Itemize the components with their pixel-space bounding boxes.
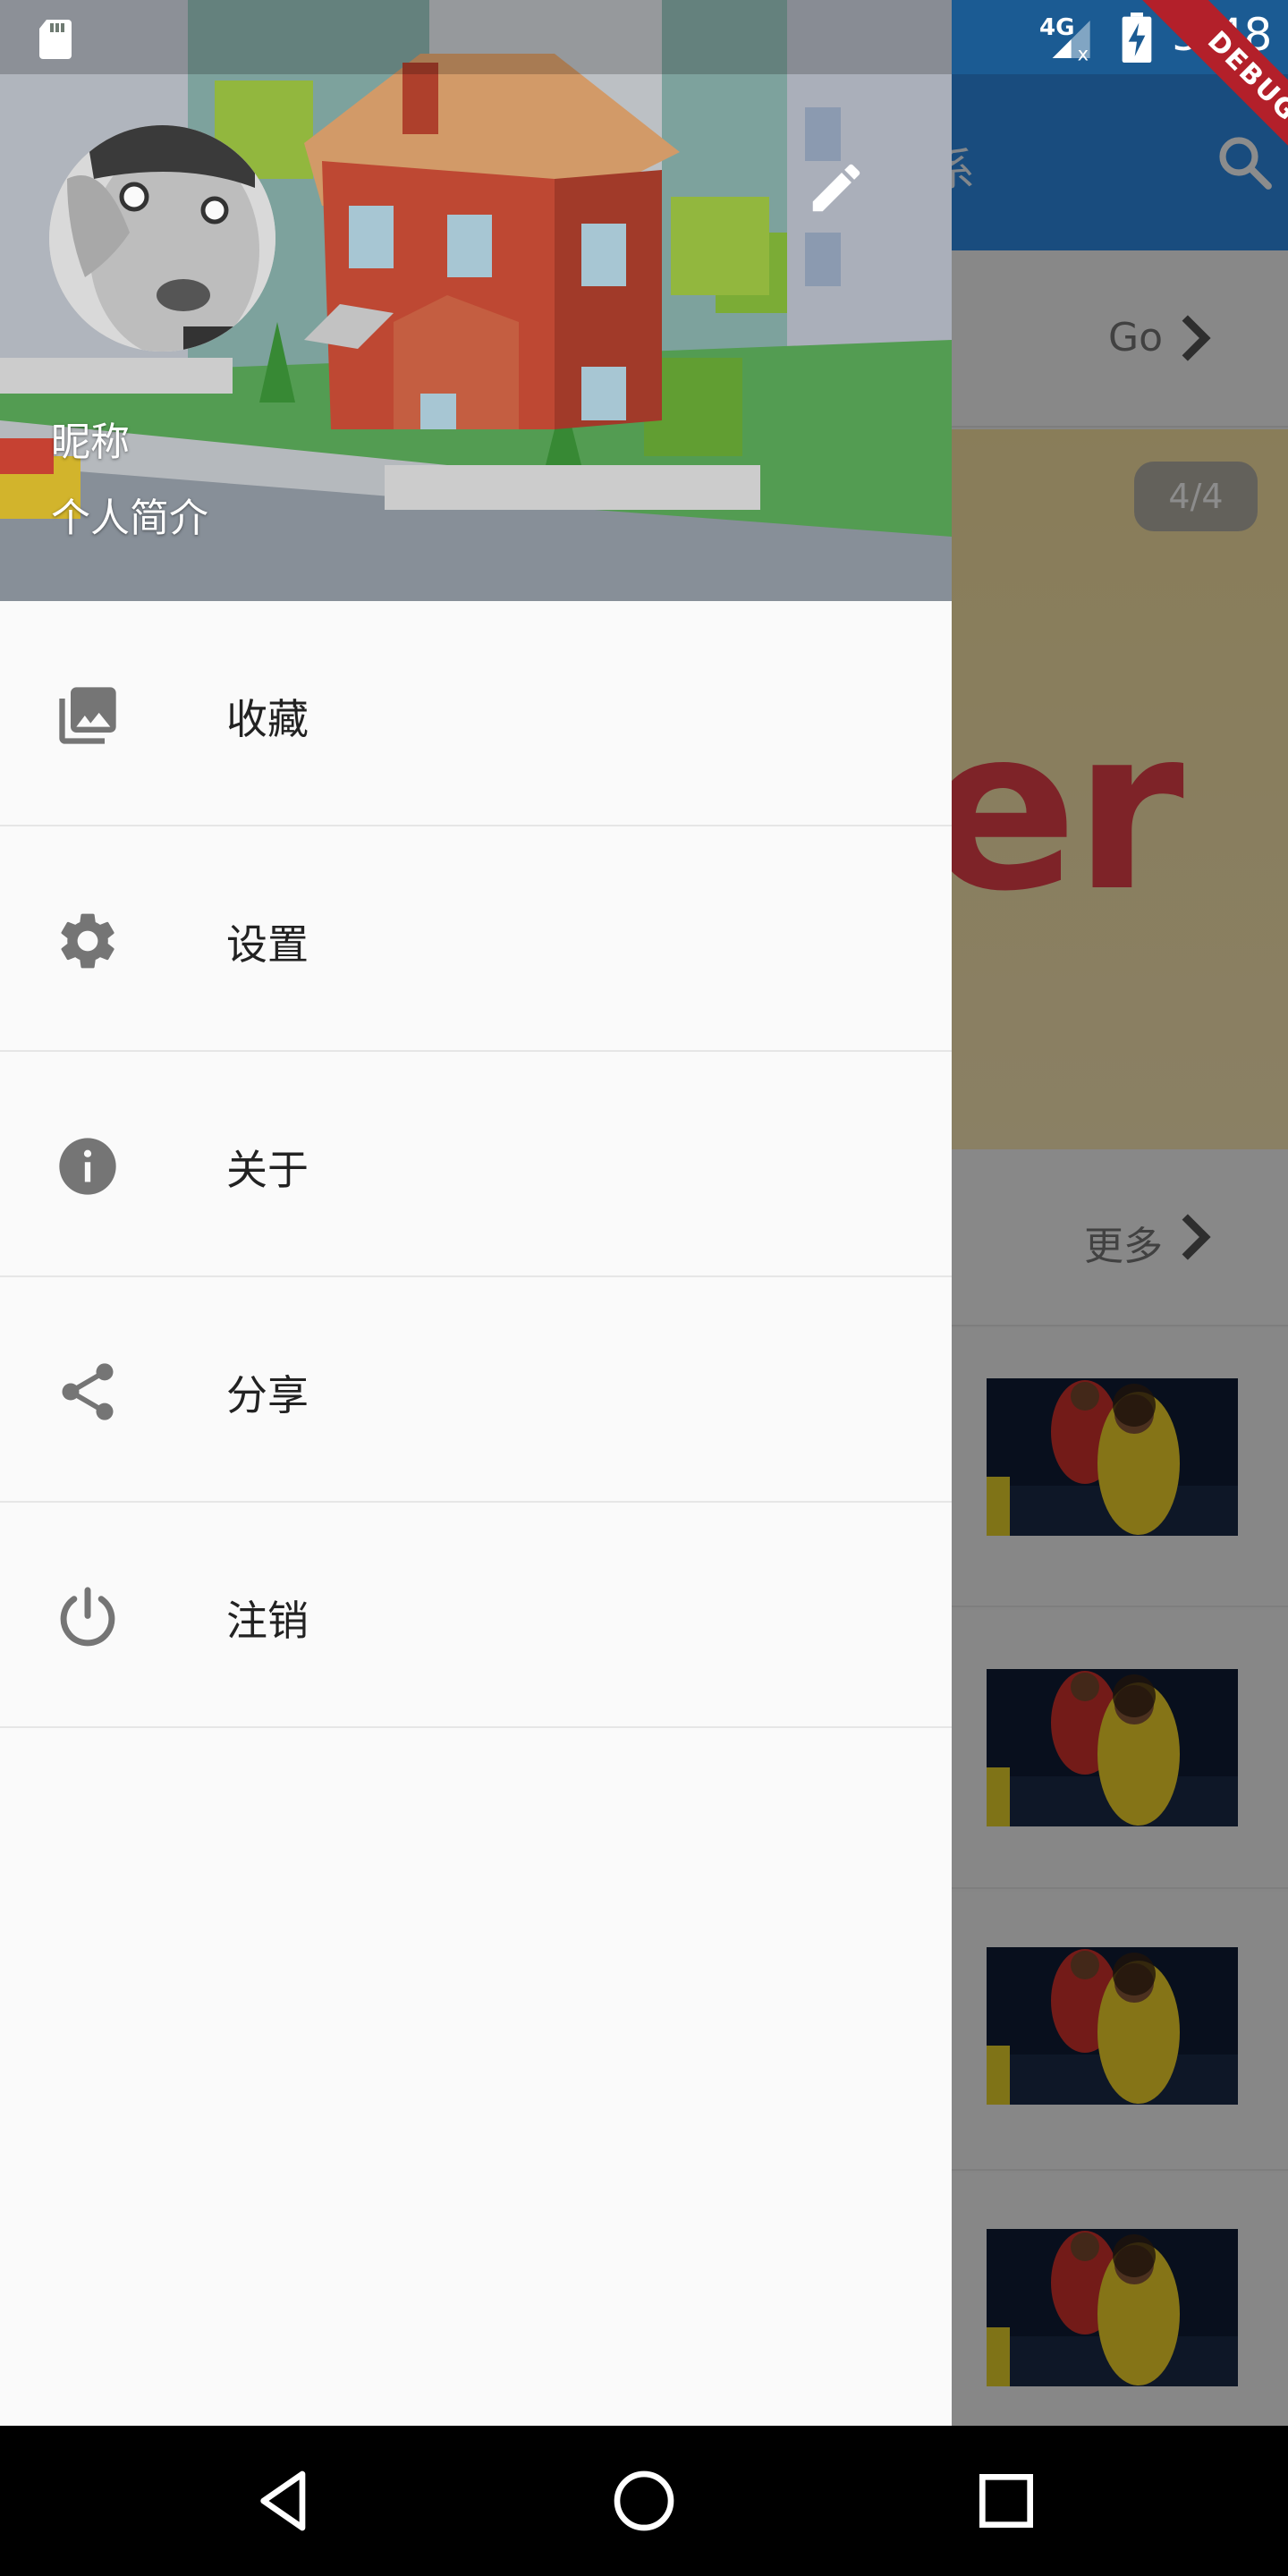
share-icon [62, 1363, 114, 1420]
battery-charging-icon [1122, 13, 1152, 63]
menu-item-settings[interactable]: 设置 [0, 826, 952, 1052]
menu-item-about[interactable]: 关于 [0, 1052, 952, 1277]
user-avatar[interactable] [49, 125, 275, 352]
home-circle-icon[interactable] [608, 2465, 680, 2537]
menu-item-share[interactable]: 分享 [0, 1277, 952, 1503]
user-nickname[interactable]: 昵称 [51, 410, 130, 467]
menu-item-favorites[interactable]: 收藏 [0, 601, 952, 826]
menu-item-label: 收藏 [226, 695, 309, 743]
status-bar: 4G x 5:48 [0, 0, 1288, 74]
power-icon [60, 1587, 115, 1647]
phone-screen: 系 Go er 4/4 更多 昵称 个人简介 收藏 设置 关于 分享 注销 4G… [0, 0, 1288, 2576]
user-bio[interactable]: 个人简介 [51, 486, 208, 543]
navigation-drawer: 昵称 个人简介 收藏 设置 关于 分享 注销 [0, 0, 952, 2426]
menu-item-label: 注销 [226, 1597, 309, 1645]
edit-pencil-icon[interactable] [805, 157, 868, 219]
settings-gear-icon [61, 913, 114, 969]
photo-library-icon [59, 687, 116, 744]
signal-icon: x [1052, 21, 1090, 63]
menu-item-label: 设置 [226, 920, 309, 969]
drawer-header: 昵称 个人简介 [0, 0, 952, 601]
menu-item-label: 关于 [226, 1146, 309, 1194]
back-triangle-icon[interactable] [249, 2465, 320, 2537]
menu-item-logout[interactable]: 注销 [0, 1503, 952, 1728]
info-icon [59, 1138, 116, 1195]
system-nav-bar [0, 2426, 1288, 2576]
sd-card-icon [39, 20, 72, 59]
menu-item-label: 分享 [226, 1371, 309, 1419]
svg-text:x: x [1078, 43, 1089, 63]
recents-square-icon[interactable] [970, 2465, 1042, 2537]
drawer-menu: 收藏 设置 关于 分享 注销 [0, 601, 952, 1728]
